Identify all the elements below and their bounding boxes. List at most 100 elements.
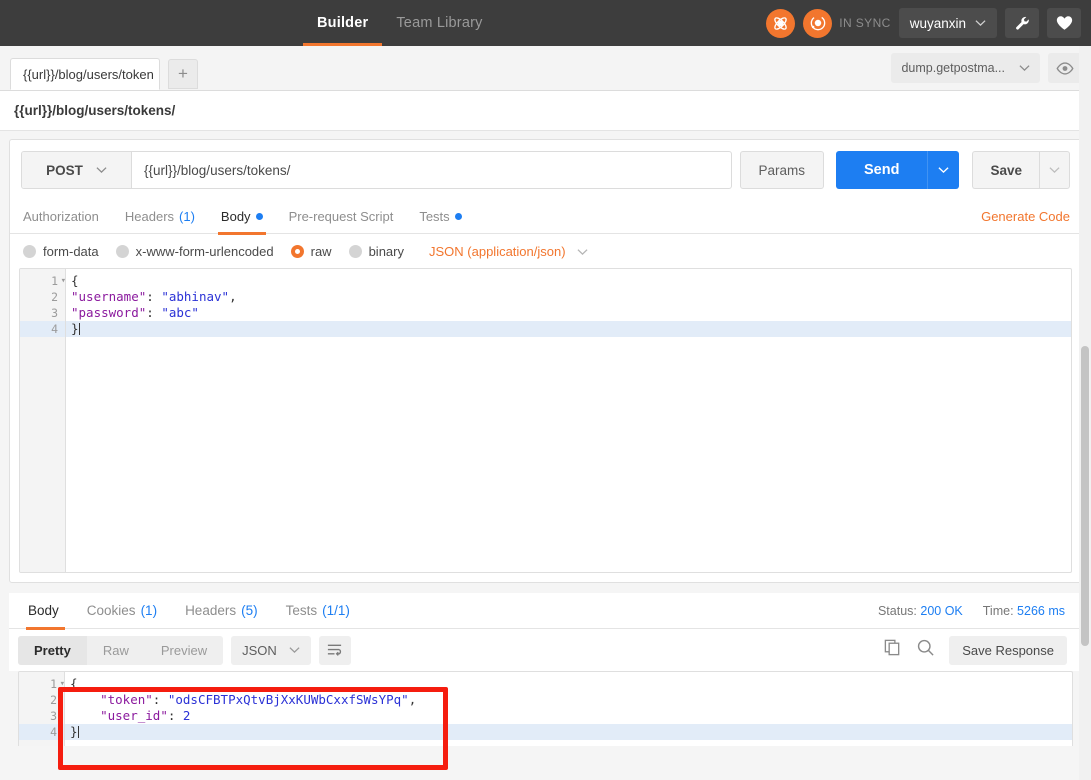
view-mode-preview[interactable]: Preview — [145, 636, 223, 665]
tab-pre-request-script-label: Pre-request Script — [288, 209, 394, 224]
time-badge: Time: 5266 ms — [983, 604, 1065, 618]
request-panel: POST Params Send — [9, 139, 1082, 583]
view-mode-pretty[interactable]: Pretty — [18, 635, 87, 665]
response-tab-cookies[interactable]: Cookies (1) — [73, 593, 171, 629]
radio-icon — [23, 245, 36, 258]
top-nav-builder-label: Builder — [317, 15, 369, 31]
chevron-down-icon — [975, 20, 986, 26]
word-wrap-button[interactable] — [318, 635, 351, 665]
line-number: 4 — [20, 321, 65, 337]
code-token: "odsCFBTPxQtvBjXxKUWbCxxfSWsYPq" — [167, 692, 409, 707]
heart-icon — [1056, 16, 1072, 30]
body-type-binary[interactable]: binary — [348, 244, 404, 259]
body-type-raw[interactable]: raw — [290, 244, 332, 259]
send-label: Send — [864, 162, 900, 178]
response-body-editor[interactable]: 1 ▾ 2 3 4 { "token": "odsCFBTPxQtvBjXxKUWbCx… — [18, 671, 1073, 746]
environment-quick-look-button[interactable] — [1048, 53, 1082, 83]
tab-authorization[interactable]: Authorization — [21, 200, 112, 234]
eye-icon — [1056, 61, 1074, 75]
response-tab-tests-count: (1/1) — [322, 603, 350, 618]
response-tab-cookies-label: Cookies — [86, 603, 136, 618]
postman-atom-icon[interactable] — [766, 8, 796, 38]
response-tab-headers-count: (5) — [241, 603, 258, 618]
request-tab-label: {{url}}/blog/users/token — [23, 66, 154, 82]
request-tab[interactable]: {{url}}/blog/users/token — [10, 58, 160, 90]
request-sub-tabs: Authorization Headers (1) Body Pre-reque… — [10, 200, 1081, 235]
request-body-editor[interactable]: 1 ▾ 2 3 4 {"username": "abhinav", "password":… — [19, 268, 1072, 573]
search-button[interactable] — [916, 638, 935, 662]
response-tab-body-label: Body — [28, 603, 59, 618]
save-button[interactable]: Save — [972, 151, 1039, 189]
request-tab-strip: {{url}}/blog/users/token + dump.getpostm… — [0, 46, 1091, 91]
copy-button[interactable] — [883, 638, 902, 662]
save-options-button[interactable] — [1039, 151, 1070, 189]
tab-tests[interactable]: Tests — [406, 200, 474, 234]
top-nav-team-library[interactable]: Team Library — [382, 0, 496, 46]
chevron-down-icon — [289, 647, 300, 653]
params-button[interactable]: Params — [739, 151, 825, 189]
user-menu[interactable]: wuyanxin — [898, 8, 997, 38]
response-tab-headers[interactable]: Headers (5) — [171, 593, 272, 629]
environment-selector[interactable]: dump.getpostma... — [891, 53, 1040, 83]
page-body: POST Params Send — [0, 131, 1091, 746]
favorites-button[interactable] — [1047, 8, 1081, 38]
method-selector[interactable]: POST — [22, 152, 132, 188]
response-tab-tests-label: Tests — [285, 603, 318, 618]
line-number-empty — [20, 385, 65, 401]
environment-label: dump.getpostma... — [901, 61, 1005, 75]
status-label: Status: — [877, 603, 917, 618]
generate-code-link[interactable]: Generate Code — [981, 209, 1070, 224]
add-tab-button[interactable]: + — [168, 59, 198, 89]
body-type-urlencoded[interactable]: x-www-form-urlencoded — [115, 244, 274, 259]
response-editor-code[interactable]: { "token": "odsCFBTPxQtvBjXxKUWbCxxfSWsY… — [65, 672, 1072, 746]
line-number: 1 ▾ — [51, 274, 66, 288]
chevron-down-icon — [1049, 167, 1060, 173]
tab-headers[interactable]: Headers (1) — [112, 200, 208, 234]
code-line: "username": "abhinav", — [66, 289, 1071, 305]
send-group: Send — [836, 151, 960, 189]
plus-icon: + — [178, 64, 188, 83]
code-token: "user_id" — [100, 708, 168, 723]
wrench-icon — [1015, 16, 1029, 30]
code-token: : — [146, 289, 162, 304]
line-number: 3 — [51, 306, 58, 320]
page-scrollbar[interactable] — [1079, 46, 1091, 780]
top-nav-builder[interactable]: Builder — [303, 0, 383, 46]
send-options-button[interactable] — [927, 151, 960, 189]
line-number: 4 — [19, 724, 64, 740]
tab-pre-request-script[interactable]: Pre-request Script — [276, 200, 407, 234]
method-label: POST — [46, 162, 83, 178]
sync-status[interactable]: IN SYNC — [803, 8, 890, 38]
save-response-button[interactable]: Save Response — [949, 635, 1067, 665]
code-line: "password": "abc" — [66, 305, 1071, 321]
code-token: , — [408, 692, 417, 707]
code-line: { — [65, 676, 1072, 692]
body-type-form-data[interactable]: form-data — [23, 244, 99, 259]
response-toolbar: Pretty Raw Preview JSON Save Response — [9, 629, 1082, 671]
raw-format-selector[interactable]: JSON (application/json) — [429, 244, 588, 259]
response-format-selector[interactable]: JSON — [231, 635, 311, 665]
time-label: Time: — [982, 603, 1014, 618]
request-editor-code[interactable]: {"username": "abhinav", "password": "abc"… — [66, 269, 1071, 572]
response-meta: Status: 200 OK Time: 5266 ms — [878, 604, 1073, 618]
text-caret — [78, 323, 80, 335]
url-input[interactable] — [132, 152, 731, 188]
response-tab-body[interactable]: Body — [18, 593, 73, 630]
save-group: Save — [972, 151, 1070, 189]
page-scrollbar-thumb[interactable] — [1081, 346, 1089, 646]
code-token: "password" — [71, 305, 147, 320]
save-label: Save — [990, 162, 1022, 178]
wrench-button[interactable] — [1005, 8, 1039, 38]
send-button[interactable]: Send — [836, 151, 928, 189]
tab-body[interactable]: Body — [208, 200, 276, 235]
method-url-group: POST — [21, 151, 732, 189]
params-label: Params — [758, 162, 806, 178]
code-line: { — [66, 273, 1071, 289]
response-tab-tests[interactable]: Tests (1/1) — [272, 593, 364, 629]
code-line: "user_id": 2 — [65, 708, 1072, 724]
code-token: : — [152, 692, 168, 707]
body-type-urlencoded-label: x-www-form-urlencoded — [135, 244, 274, 259]
radio-icon-selected — [290, 245, 304, 258]
view-mode-raw[interactable]: Raw — [87, 636, 145, 665]
